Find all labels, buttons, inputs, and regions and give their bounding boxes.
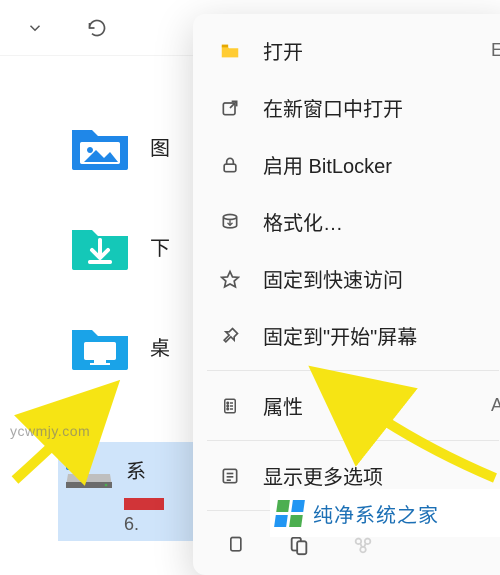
menu-pin-quick-access[interactable]: 固定到快速访问 [193,250,500,307]
menu-label: 格式化… [263,207,487,236]
item-desktop[interactable]: 桌 [70,320,190,372]
brand-text: 纯净系统之家 [313,499,439,528]
menu-label: 打开 [263,36,487,65]
brand-logo-icon [274,500,305,527]
menu-label: 显示更多选项 [263,461,487,490]
more-options-icon [219,465,241,487]
item-pictures[interactable]: 图 [70,120,190,172]
item-label: 桌 [150,332,170,361]
menu-open-new-window[interactable]: 在新窗口中打开 [193,79,500,136]
chevron-down-icon[interactable] [24,17,46,39]
open-new-window-icon [219,97,241,119]
menu-properties[interactable]: 属性 A [193,377,500,434]
menu-label: 固定到快速访问 [263,264,487,293]
menu-format[interactable]: 格式化… [193,193,500,250]
downloads-folder-icon [70,220,130,272]
folder-open-icon [219,40,241,62]
drive-label: 系 [126,455,146,484]
properties-icon [219,395,241,417]
menu-accel: E [491,40,500,61]
drive-item[interactable]: 系 6. [58,442,193,541]
menu-label: 启用 BitLocker [263,150,487,179]
pictures-folder-icon [70,120,130,172]
file-items: 图 下 桌 [70,120,190,420]
drive-icon [64,448,114,490]
menu-open[interactable]: 打开 E [193,22,500,79]
menu-bitlocker[interactable]: 启用 BitLocker [193,136,500,193]
desktop-folder-icon [70,320,130,372]
item-downloads[interactable]: 下 [70,220,190,272]
menu-label: 固定到"开始"屏幕 [263,321,487,350]
menu-separator [207,370,499,371]
drive-subtext: 6. [124,514,187,535]
bitlocker-icon [219,154,241,176]
pin-icon [219,325,241,347]
refresh-icon[interactable] [86,17,108,39]
menu-pin-start[interactable]: 固定到"开始"屏幕 [193,307,500,364]
star-icon [219,268,241,290]
brand-badge: 纯净系统之家 [270,489,500,537]
item-label: 图 [150,132,170,161]
menu-separator [207,440,499,441]
watermark: ycwmjy.com [10,423,90,439]
item-label: 下 [150,232,170,261]
format-icon [219,211,241,233]
menu-label: 在新窗口中打开 [263,93,487,122]
menu-accel: A [491,395,500,416]
drive-usage-bar [124,498,164,510]
menu-label: 属性 [263,391,487,420]
